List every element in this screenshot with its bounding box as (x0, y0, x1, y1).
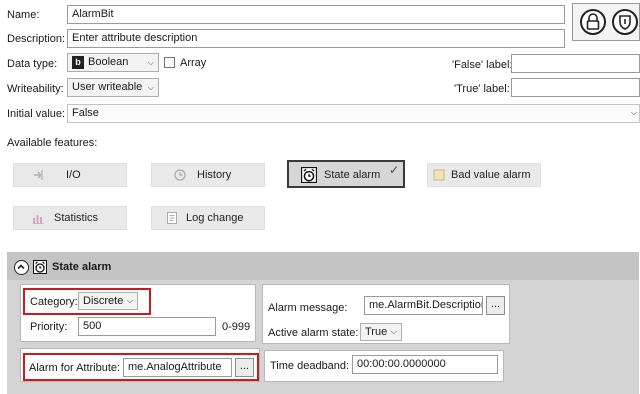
array-checkbox[interactable] (164, 57, 175, 68)
feature-history-button[interactable]: History (151, 163, 265, 187)
lock-button[interactable] (580, 9, 606, 35)
alarm-clock-icon (301, 167, 317, 183)
false-label-label: 'False' label: (452, 59, 513, 71)
description-label: Description: (7, 33, 66, 45)
datatype-select-value: Boolean (88, 56, 129, 68)
alarm-for-attribute-browse-button[interactable]: ... (235, 358, 254, 377)
alarm-message-field[interactable]: me.AlarmBit.Description (364, 296, 483, 315)
writeability-select-value: User writeable (72, 81, 143, 93)
alarm-for-attribute-field[interactable]: me.AnalogAttribute (123, 358, 232, 377)
chevron-down-icon: ⌵ (147, 58, 154, 67)
time-deadband-label: Time deadband: (270, 360, 350, 372)
initial-value-select-value: False (72, 107, 99, 119)
collapse-button[interactable] (14, 260, 29, 275)
feature-statistics-label: Statistics (54, 212, 99, 224)
false-label-field[interactable] (511, 54, 640, 73)
chevron-up-icon (17, 264, 25, 270)
feature-statistics-button[interactable]: Statistics (13, 206, 127, 230)
chevron-down-icon: ⌵ (390, 327, 397, 336)
priority-field[interactable]: 500 (78, 317, 216, 336)
feature-history-label: History (197, 169, 232, 181)
active-checkmark-icon: ✓ (388, 163, 399, 177)
alarm-clock-icon (33, 260, 47, 274)
feature-bad-value-alarm-label: Bad value alarm (451, 169, 531, 181)
bad-value-icon (433, 169, 445, 181)
name-field[interactable]: AlarmBit (67, 5, 565, 24)
priority-range: 0-999 (222, 321, 251, 333)
feature-state-alarm-button[interactable]: State alarm ✓ (287, 160, 405, 188)
feature-io-button[interactable]: I/O (13, 163, 127, 187)
shield-icon (619, 15, 631, 30)
description-field[interactable]: Enter attribute description (67, 29, 565, 48)
initial-value-label: Initial value: (7, 108, 66, 120)
history-icon (174, 169, 186, 181)
true-label-label: 'True' label: (454, 83, 510, 95)
true-label-field[interactable] (511, 78, 640, 97)
state-alarm-title: State alarm (52, 261, 112, 273)
io-icon (34, 170, 43, 180)
chevron-down-icon: ⌵ (147, 83, 154, 92)
feature-log-change-label: Log change (186, 212, 244, 224)
alarm-message-label: Alarm message: (268, 302, 348, 314)
boolean-type-icon: b (72, 55, 84, 69)
padlock-icon (586, 13, 600, 30)
security-button[interactable] (612, 9, 638, 35)
active-alarm-state-select[interactable]: True ⌵ (360, 323, 402, 341)
writeability-label: Writeability: (7, 83, 64, 95)
datatype-label: Data type: (7, 58, 58, 70)
feature-state-alarm-label: State alarm (324, 169, 381, 181)
active-alarm-state-select-value: True (365, 326, 388, 338)
chevron-down-icon: ⌵ (630, 108, 637, 117)
active-alarm-state-label: Active alarm state: (268, 327, 359, 339)
priority-label: Priority: (30, 321, 68, 333)
array-label: Array (180, 57, 207, 69)
writeability-select[interactable]: User writeable ⌵ (67, 78, 159, 97)
alarm-message-browse-button[interactable]: ... (486, 296, 505, 315)
category-select[interactable]: Discrete ⌵ (78, 292, 138, 310)
initial-value-select[interactable]: False ⌵ (67, 104, 640, 123)
chevron-down-icon: ⌵ (126, 296, 133, 305)
datatype-select[interactable]: b Boolean ⌵ (67, 53, 159, 72)
log-change-icon (167, 212, 177, 224)
alarm-for-attribute-label: Alarm for Attribute: (29, 362, 121, 374)
feature-log-change-button[interactable]: Log change (151, 206, 265, 230)
statistics-icon (32, 215, 44, 224)
category-select-value: Discrete (83, 295, 124, 307)
category-label: Category: (30, 296, 78, 308)
time-deadband-field[interactable]: 00:00:00.0000000 (352, 355, 498, 374)
name-label: Name: (7, 9, 40, 21)
features-title: Available features: (7, 137, 98, 149)
feature-bad-value-alarm-button[interactable]: Bad value alarm (427, 163, 541, 187)
feature-io-label: I/O (66, 169, 81, 181)
